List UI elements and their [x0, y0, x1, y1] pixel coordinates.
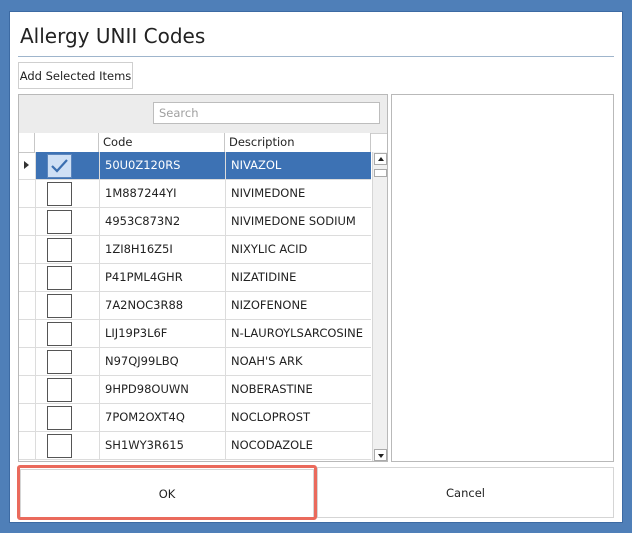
row-checkbox[interactable] [47, 350, 72, 374]
search-input[interactable] [153, 102, 380, 124]
arrow-up-icon [378, 157, 384, 161]
table-row[interactable]: 9HPD98OUWN NOBERASTINE [19, 376, 371, 404]
cell-description[interactable]: N-LAUROYLSARCOSINE [225, 320, 371, 347]
grid-rows: 50U0Z120RS NIVAZOL 1M887244YI NIVIMEDONE 495… [19, 152, 371, 461]
table-row[interactable]: 1M887244YI NIVIMEDONE [19, 180, 371, 208]
row-checkbox[interactable] [47, 378, 72, 402]
allergy-unii-dialog: Allergy UNII Codes Add Selected Items Co… [10, 12, 622, 522]
cell-code[interactable]: N97QJ99LBQ [99, 348, 225, 375]
cell-description[interactable]: NOCLOPROST [225, 404, 371, 431]
cell-description[interactable]: NOAH'S ARK [225, 348, 371, 375]
cell-description[interactable]: NIZATIDINE [225, 264, 371, 291]
row-indicator-cell[interactable] [19, 376, 35, 403]
row-indicator-cell[interactable] [19, 208, 35, 235]
table-row[interactable]: N97QJ99LBQ NOAH'S ARK [19, 348, 371, 376]
table-row[interactable]: 7POM2OXT4Q NOCLOPROST [19, 404, 371, 432]
scroll-down-button[interactable] [374, 449, 387, 461]
cell-code[interactable]: 7A2NOC3R88 [99, 292, 225, 319]
cell-code[interactable]: 7POM2OXT4Q [99, 404, 225, 431]
cell-description[interactable]: NIVIMEDONE [225, 180, 371, 207]
row-check-cell [35, 264, 100, 291]
table-row[interactable]: 1ZI8H16Z5I NIXYLIC ACID [19, 236, 371, 264]
cell-code[interactable]: SH1WY3R615 [99, 432, 225, 459]
row-checkbox[interactable] [47, 154, 72, 178]
cell-description[interactable]: NOCODAZOLE [225, 432, 371, 459]
checkmark-icon [51, 159, 68, 173]
row-indicator-cell[interactable] [19, 320, 35, 347]
cell-code[interactable]: 1ZI8H16Z5I [99, 236, 225, 263]
row-check-cell [35, 320, 100, 347]
cell-code[interactable]: 1M887244YI [99, 180, 225, 207]
table-row[interactable]: LIJ19P3L6F N-LAUROYLSARCOSINE [19, 320, 371, 348]
cancel-button[interactable]: Cancel [317, 467, 614, 518]
current-row-arrow-icon [24, 161, 29, 169]
scroll-up-button[interactable] [374, 153, 387, 165]
row-indicator-cell[interactable] [19, 348, 35, 375]
cell-description[interactable]: NIVAZOL [225, 152, 371, 179]
scroll-thumb[interactable] [374, 169, 387, 177]
column-header-description[interactable]: Description [225, 133, 371, 152]
row-checkbox[interactable] [47, 322, 72, 346]
table-row[interactable]: P41PML4GHR NIZATIDINE [19, 264, 371, 292]
row-checkbox[interactable] [47, 238, 72, 262]
row-indicator-cell[interactable] [19, 236, 35, 263]
cell-code[interactable]: 4953C873N2 [99, 208, 225, 235]
table-row[interactable]: 7A2NOC3R88 NIZOFENONE [19, 292, 371, 320]
cell-code[interactable]: LIJ19P3L6F [99, 320, 225, 347]
cell-description[interactable]: NIXYLIC ACID [225, 236, 371, 263]
row-check-cell [35, 152, 100, 179]
row-check-cell [35, 236, 100, 263]
grid-search-bar [19, 95, 387, 134]
row-check-cell [35, 404, 100, 431]
header-check-cell[interactable] [35, 133, 99, 152]
row-checkbox[interactable] [47, 294, 72, 318]
row-indicator-cell[interactable] [19, 404, 35, 431]
grid-header: Code Description [19, 133, 371, 153]
row-checkbox[interactable] [47, 406, 72, 430]
table-row[interactable]: 4953C873N2 NIVIMEDONE SODIUM [19, 208, 371, 236]
selected-items-panel [391, 94, 614, 462]
row-checkbox[interactable] [47, 434, 72, 458]
table-row[interactable]: 50U0Z120RS NIVAZOL [19, 152, 371, 180]
cell-description[interactable]: NIVIMEDONE SODIUM [225, 208, 371, 235]
row-indicator-cell[interactable] [19, 292, 35, 319]
cell-description[interactable]: NIZOFENONE [225, 292, 371, 319]
row-checkbox[interactable] [47, 210, 72, 234]
cell-description[interactable]: NOBERASTINE [225, 376, 371, 403]
add-selected-items-button[interactable]: Add Selected Items [18, 62, 133, 89]
row-check-cell [35, 208, 100, 235]
row-indicator-cell[interactable] [19, 264, 35, 291]
arrow-down-icon [378, 454, 384, 458]
table-row[interactable]: SH1WY3R615 NOCODAZOLE [19, 432, 371, 460]
row-checkbox[interactable] [47, 266, 72, 290]
cell-code[interactable]: P41PML4GHR [99, 264, 225, 291]
column-header-code[interactable]: Code [99, 133, 225, 152]
row-indicator-cell[interactable] [19, 180, 35, 207]
vertical-scrollbar[interactable] [372, 152, 387, 461]
row-check-cell [35, 432, 100, 459]
row-check-cell [35, 180, 100, 207]
dialog-title: Allergy UNII Codes [20, 24, 206, 48]
cell-code[interactable]: 50U0Z120RS [99, 152, 225, 179]
row-checkbox[interactable] [47, 182, 72, 206]
header-indicator-cell [19, 133, 35, 152]
row-check-cell [35, 376, 100, 403]
cell-code[interactable]: 9HPD98OUWN [99, 376, 225, 403]
row-indicator-cell[interactable] [19, 152, 35, 179]
row-indicator-cell[interactable] [19, 432, 35, 459]
ok-button[interactable]: OK [20, 469, 314, 518]
row-check-cell [35, 348, 100, 375]
codes-grid: Code Description 50U0Z120RSNIVAZOL1M8872… [18, 94, 388, 462]
row-check-cell [35, 292, 100, 319]
title-divider [18, 56, 614, 57]
